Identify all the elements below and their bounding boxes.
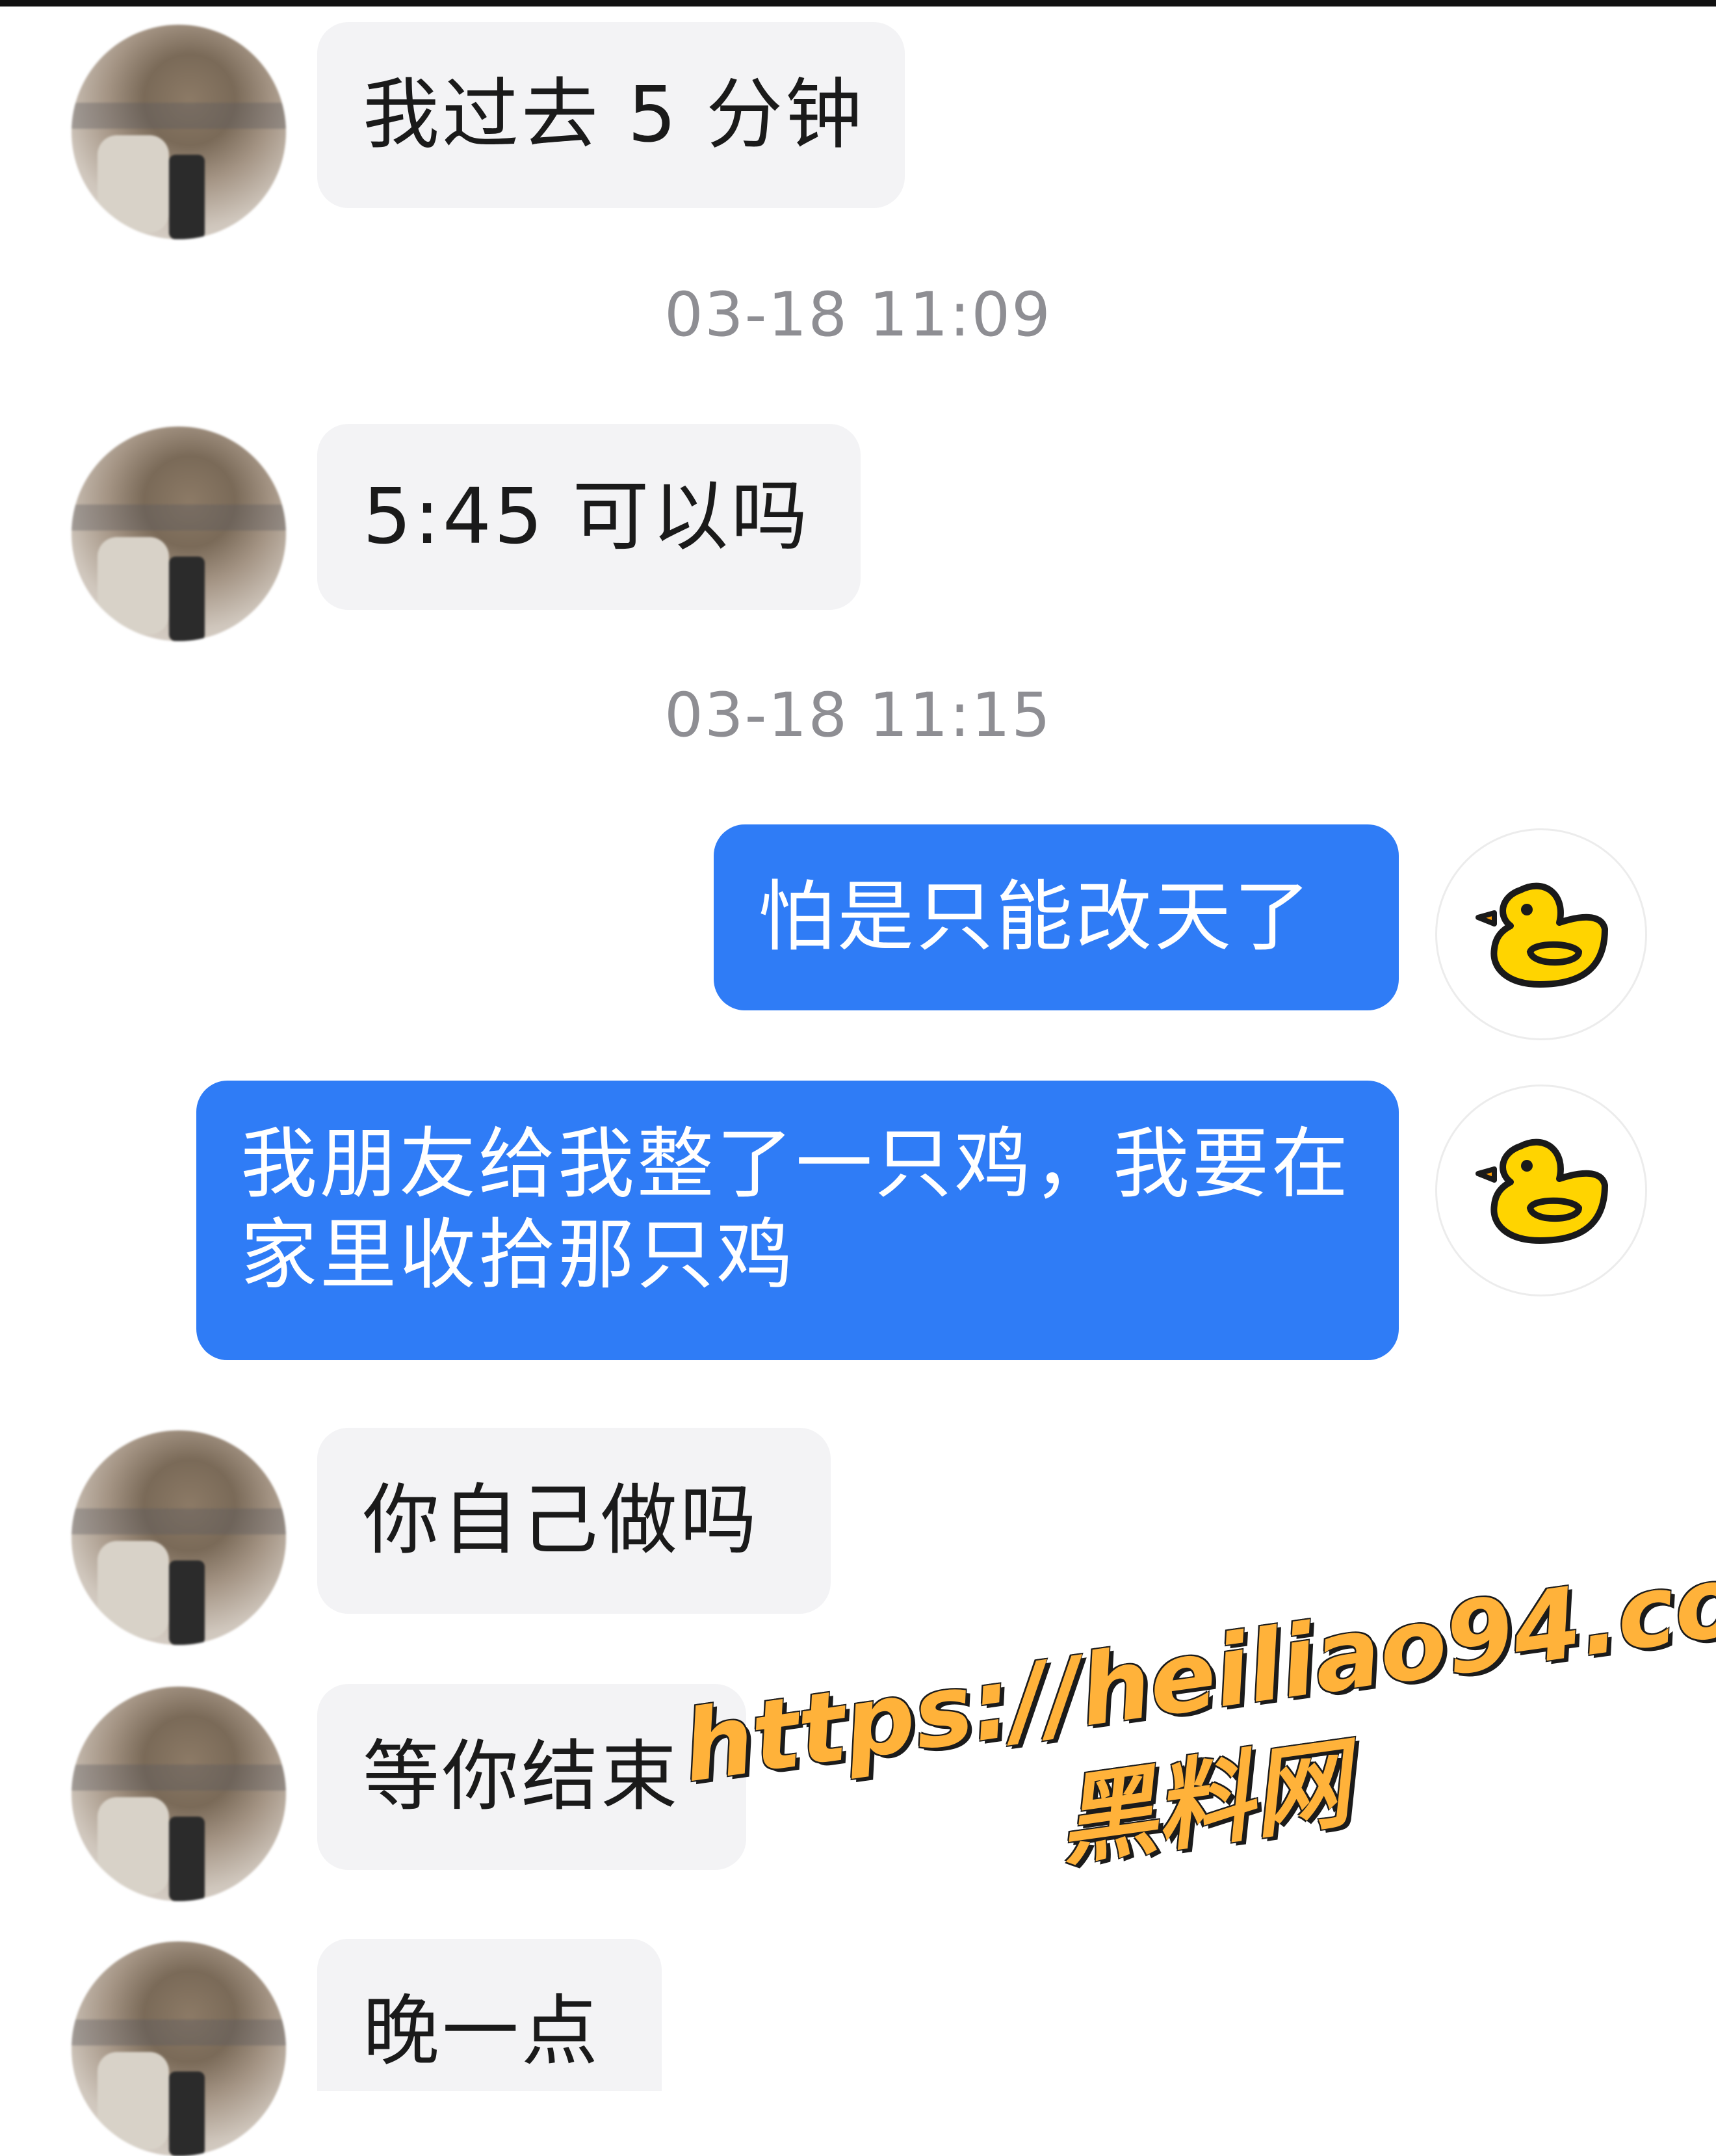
top-divider	[0, 0, 1716, 7]
incoming-message[interactable]: 我过去 5 分钟	[317, 22, 905, 208]
timestamp: 03-18 11:09	[664, 280, 1052, 350]
duck-icon	[1476, 1138, 1608, 1244]
timestamp: 03-18 11:15	[664, 680, 1052, 751]
chat-view: 我过去 5 分钟 03-18 11:09 5:45 可以吗 03-18 11:1…	[0, 0, 1716, 2156]
incoming-message[interactable]: 晚一点	[317, 1939, 662, 2091]
contact-avatar[interactable]	[72, 1941, 286, 2156]
incoming-message[interactable]: 5:45 可以吗	[317, 424, 861, 610]
outgoing-message[interactable]: 怕是只能改天了	[714, 824, 1399, 1010]
my-avatar[interactable]	[1435, 828, 1647, 1040]
contact-avatar[interactable]	[72, 25, 286, 239]
my-avatar[interactable]	[1435, 1085, 1647, 1296]
duck-icon	[1476, 882, 1608, 988]
incoming-message[interactable]: 你自己做吗	[317, 1428, 831, 1614]
outgoing-message[interactable]: 我朋友给我整了一只鸡，我要在家里收拾那只鸡	[196, 1081, 1399, 1360]
contact-avatar[interactable]	[72, 427, 286, 641]
watermark: https://heiliao94.com 黑料网	[676, 1530, 1716, 2025]
contact-avatar[interactable]	[72, 1687, 286, 1901]
contact-avatar[interactable]	[72, 1430, 286, 1645]
